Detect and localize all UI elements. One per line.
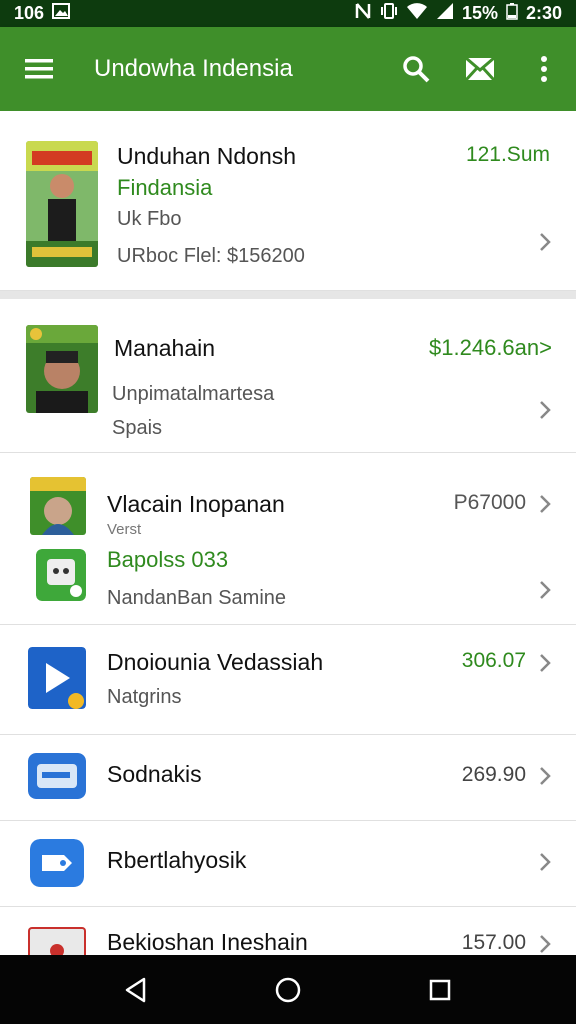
system-nav-bar bbox=[0, 955, 576, 1024]
menu-button[interactable] bbox=[0, 27, 78, 111]
list-item[interactable]: Vlacain Inopanan Verst Bapolss 033 Nanda… bbox=[0, 453, 576, 625]
battery-icon bbox=[506, 2, 518, 25]
section-divider bbox=[0, 291, 576, 299]
item-detail: Spais bbox=[112, 417, 163, 439]
portrait-thumbnail bbox=[26, 325, 98, 413]
item-detail: Uk Fbo bbox=[117, 208, 182, 230]
chevron-right-icon bbox=[540, 654, 551, 672]
chevron-right-icon bbox=[540, 495, 551, 513]
chevron-right-icon bbox=[540, 853, 551, 871]
item-price: 157.00 bbox=[461, 931, 526, 954]
video-app-icon bbox=[28, 647, 86, 709]
status-bar: 106 15% 2:30 bbox=[0, 0, 576, 27]
item-name: Sodnakis bbox=[107, 761, 202, 787]
list-item[interactable]: Unduhan Ndonsh Findansia Uk Fbo URboc Fl… bbox=[0, 111, 576, 291]
photo-app-icon bbox=[28, 927, 86, 955]
tag-app-icon bbox=[30, 839, 84, 887]
item-subtitle: Unpimatalmartesa bbox=[112, 383, 275, 405]
chevron-right-icon bbox=[540, 233, 551, 251]
list-item[interactable]: Dnoiounia Vedassiah Natgrins 306.07 bbox=[0, 625, 576, 735]
item-name: Manahain bbox=[114, 335, 216, 361]
recents-square-icon bbox=[429, 979, 451, 1000]
mail-icon bbox=[465, 56, 495, 82]
item-name: Vlacain Inopanan bbox=[107, 491, 285, 517]
app-icon bbox=[36, 549, 86, 601]
chevron-right-icon bbox=[540, 767, 551, 785]
home-button[interactable] bbox=[258, 960, 318, 1020]
item-subtitle: Bapolss 033 bbox=[107, 547, 229, 572]
list-item[interactable]: Manahain Unpimatalmartesa Spais $1.246.6… bbox=[0, 299, 576, 453]
mail-button[interactable] bbox=[448, 27, 512, 111]
search-button[interactable] bbox=[384, 27, 448, 111]
item-price: 306.07 bbox=[461, 649, 526, 672]
home-circle-icon bbox=[275, 977, 301, 1002]
item-price: 121.Sum bbox=[465, 143, 550, 166]
recents-button[interactable] bbox=[410, 960, 470, 1020]
poster-thumbnail bbox=[26, 141, 98, 267]
status-time-left: 106 bbox=[14, 3, 45, 23]
back-button[interactable] bbox=[106, 960, 166, 1020]
chevron-right-icon bbox=[540, 581, 551, 599]
app-bar: Undowha Indensia bbox=[0, 27, 576, 111]
item-name: Unduhan Ndonsh bbox=[117, 143, 297, 169]
nfc-icon bbox=[354, 2, 372, 25]
app-title: Undowha Indensia bbox=[94, 55, 293, 82]
item-name: Dnoiounia Vedassiah bbox=[107, 649, 324, 675]
back-triangle-icon bbox=[125, 977, 146, 1002]
search-icon bbox=[403, 56, 430, 83]
item-price: $1.246.6an> bbox=[429, 335, 552, 360]
list-item[interactable]: Sodnakis 269.90 bbox=[0, 735, 576, 821]
item-price: P67000 bbox=[453, 491, 526, 514]
gallery-notification-icon bbox=[52, 3, 71, 24]
item-subtitle: Findansia bbox=[117, 175, 213, 200]
item-tag: Verst bbox=[107, 521, 142, 538]
item-list: Unduhan Ndonsh Findansia Uk Fbo URboc Fl… bbox=[0, 111, 576, 955]
card-app-icon bbox=[28, 753, 86, 799]
vibrate-icon bbox=[380, 2, 398, 25]
item-detail: NandanBan Samine bbox=[107, 587, 287, 609]
list-item[interactable]: Bekioshan Ineshain 157.00 bbox=[0, 907, 576, 955]
item-name: Bekioshan Ineshain bbox=[107, 929, 308, 955]
battery-percent: 15% bbox=[461, 3, 498, 23]
status-clock: 2:30 bbox=[525, 3, 562, 23]
item-file-info: URboc Flel: $156200 bbox=[117, 245, 305, 267]
profile-thumbnail bbox=[30, 477, 86, 535]
item-subtitle: Natgrins bbox=[107, 686, 182, 708]
signal-icon bbox=[436, 2, 454, 25]
more-vert-icon bbox=[541, 56, 547, 82]
overflow-menu-button[interactable] bbox=[512, 27, 576, 111]
item-name: Rbertlahyosik bbox=[107, 847, 247, 873]
list-item[interactable]: Rbertlahyosik bbox=[0, 821, 576, 907]
wifi-icon bbox=[406, 2, 428, 25]
chevron-right-icon bbox=[540, 401, 551, 419]
chevron-right-icon bbox=[540, 935, 551, 953]
item-price: 269.90 bbox=[461, 763, 526, 786]
hamburger-menu-icon bbox=[25, 59, 53, 79]
